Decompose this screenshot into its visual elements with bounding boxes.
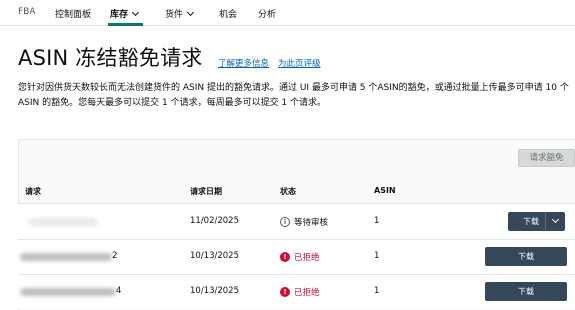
column-header-date: 请求日期 xyxy=(190,187,222,196)
nav-item-analytics[interactable]: 分析 xyxy=(258,7,276,20)
nav-item-shipments-label: 货件 xyxy=(165,10,184,20)
download-button[interactable]: 下载 xyxy=(485,282,567,301)
column-header-request: 请求 xyxy=(25,187,41,196)
asin-count: 1 xyxy=(374,251,380,261)
nav-item-inventory[interactable]: 库存 xyxy=(110,7,140,20)
status-label: 已拒绝 xyxy=(294,288,320,298)
column-header-status: 状态 xyxy=(280,187,296,196)
status-cell: ! 已拒绝 xyxy=(280,286,320,298)
table-row: 4 10/13/2025 ! 已拒绝 1 下载 xyxy=(18,275,575,309)
request-exemption-button[interactable]: 请求豁免 xyxy=(518,149,575,167)
learn-more-link[interactable]: 了解更多信息 xyxy=(218,57,269,69)
request-id-redacted xyxy=(20,253,112,261)
nav-item-shipments[interactable]: 货件 xyxy=(165,7,195,20)
table-row: 11/02/2025 i 等待审核 1 下载 xyxy=(18,205,575,239)
nav-item-fba[interactable]: FBA xyxy=(18,7,36,17)
header-divider xyxy=(18,203,575,204)
asin-count: 1 xyxy=(374,286,380,296)
table-row: 2 10/13/2025 ! 已拒绝 1 下载 xyxy=(18,240,575,274)
nav-item-inventory-label: 库存 xyxy=(110,10,129,20)
chevron-down-icon xyxy=(186,8,195,17)
nav-item-opportunities[interactable]: 机会 xyxy=(219,7,237,20)
status-label: 已拒绝 xyxy=(294,253,320,263)
request-date: 10/13/2025 xyxy=(190,286,239,296)
request-date: 11/02/2025 xyxy=(190,216,239,226)
page-title: ASIN 冻结豁免请求 xyxy=(18,46,203,70)
request-id-suffix: 4 xyxy=(116,286,122,296)
rate-page-link[interactable]: 为此页评级 xyxy=(278,57,321,69)
status-cell: i 等待审核 xyxy=(280,216,328,228)
top-navigation: FBA 控制面板 库存 货件 机会 分析 xyxy=(0,0,575,26)
download-options-dropdown[interactable] xyxy=(545,212,565,231)
download-button[interactable]: 下载 xyxy=(485,247,567,266)
request-id-redacted xyxy=(20,288,116,296)
column-header-asin: ASIN xyxy=(374,186,396,195)
chevron-down-icon xyxy=(131,8,140,17)
request-date: 10/13/2025 xyxy=(190,251,239,261)
page-description: 您针对因供货天数较长而无法创建货件的 ASIN 提出的豁免请求。通过 UI 最多… xyxy=(18,83,569,108)
error-circle-icon: ! xyxy=(280,286,290,297)
active-tab-indicator xyxy=(108,23,143,26)
info-circle-icon: i xyxy=(280,216,290,227)
nav-item-dashboard[interactable]: 控制面板 xyxy=(55,7,91,20)
status-label: 等待审核 xyxy=(294,218,329,228)
chevron-down-icon xyxy=(551,215,560,224)
error-circle-icon: ! xyxy=(280,251,290,262)
request-id-suffix: 2 xyxy=(112,251,118,261)
status-cell: ! 已拒绝 xyxy=(280,251,320,263)
asin-count: 1 xyxy=(374,216,380,226)
request-id-redacted xyxy=(28,218,98,226)
